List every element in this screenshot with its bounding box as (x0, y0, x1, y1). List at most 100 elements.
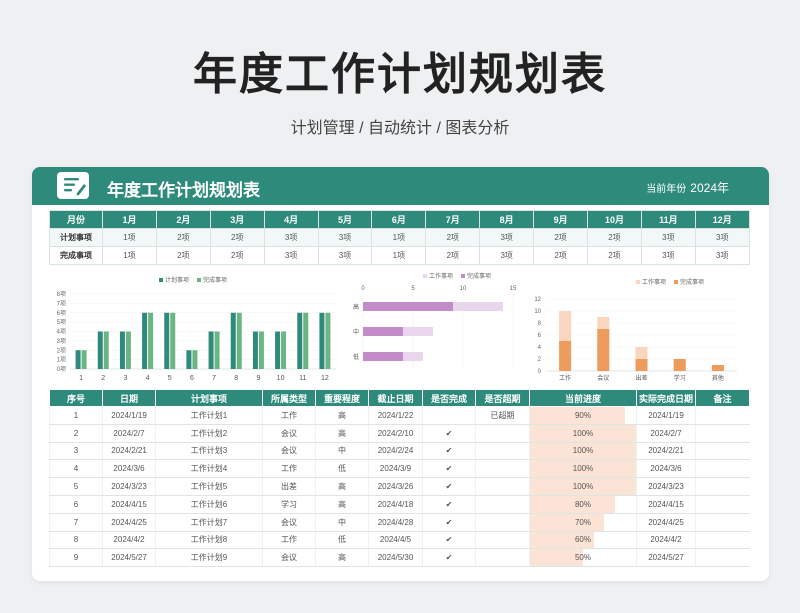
cell-type[interactable]: 工作 (262, 459, 316, 479)
cell-type[interactable]: 学习 (262, 495, 316, 514)
summary-cell[interactable]: 1项 (102, 228, 157, 247)
cell-overdue[interactable] (475, 424, 530, 443)
cell-done[interactable]: ✔ (422, 531, 476, 550)
progress-cell[interactable]: 100% (529, 442, 637, 461)
summary-cell[interactable]: 3项 (640, 228, 696, 247)
cell-date[interactable]: 2024/3/6 (102, 459, 156, 479)
column-header-col-actual[interactable]: 实际完成日期 (636, 389, 696, 407)
cell-note[interactable] (695, 513, 750, 532)
cell-note[interactable] (695, 548, 750, 568)
cell-no[interactable]: 3 (49, 442, 103, 461)
cell-item[interactable]: 工作计划2 (155, 424, 263, 443)
cell-done[interactable]: ✔ (422, 548, 476, 568)
cell-type[interactable]: 会议 (262, 513, 316, 532)
cell-item[interactable]: 工作计划6 (155, 495, 263, 514)
cell-note[interactable] (695, 495, 750, 514)
table-row[interactable]: 4 2024/3/6 工作计划4 工作低 2024/3/9 ✔ 100% 2024/3/6 (49, 459, 750, 479)
cell-overdue[interactable] (475, 477, 530, 496)
progress-cell[interactable]: 100% (529, 424, 637, 443)
cell-item[interactable]: 工作计划3 (155, 442, 263, 461)
cell-type[interactable]: 会议 (262, 424, 316, 443)
cell-priority[interactable]: 高 (315, 424, 369, 443)
summary-cell[interactable]: 2项 (533, 228, 589, 247)
column-header-col-priority[interactable]: 重要程度 (315, 389, 369, 407)
progress-cell[interactable]: 60% (529, 531, 637, 550)
column-header-col-done[interactable]: 是否完成 (422, 389, 476, 407)
cell-type[interactable]: 会议 (262, 548, 316, 568)
cell-date[interactable]: 2024/4/15 (102, 495, 156, 514)
cell-overdue[interactable] (475, 442, 530, 461)
column-header-col-item[interactable]: 计划事项 (155, 389, 263, 407)
summary-cell[interactable]: 2项 (209, 246, 265, 265)
progress-cell[interactable]: 80% (529, 495, 637, 514)
cell-priority[interactable]: 高 (315, 406, 369, 425)
cell-actual[interactable]: 2024/1/19 (636, 406, 696, 425)
column-header-col-overdue[interactable]: 是否超期 (475, 389, 530, 407)
summary-cell[interactable]: 1项 (102, 246, 157, 265)
cell-item[interactable]: 工作计划8 (155, 531, 263, 550)
cell-actual[interactable]: 2024/3/6 (636, 459, 696, 479)
summary-cell[interactable]: 2项 (155, 228, 211, 247)
summary-cell[interactable]: 3项 (317, 246, 373, 265)
column-header-col-progress[interactable]: 当前进度 (529, 389, 637, 407)
cell-done[interactable]: ✔ (422, 442, 476, 461)
table-row[interactable]: 8 2024/4/2 工作计划8 工作低 2024/4/5 ✔ 60% 2024/4/2 (49, 531, 750, 550)
cell-no[interactable]: 1 (49, 406, 103, 425)
progress-cell[interactable]: 90% (529, 406, 637, 425)
cell-deadline[interactable]: 2024/4/28 (368, 513, 423, 532)
summary-cell[interactable]: 1项 (371, 228, 427, 247)
cell-done[interactable]: ✔ (422, 459, 476, 479)
cell-actual[interactable]: 2024/4/2 (636, 531, 696, 550)
summary-cell[interactable]: 2项 (425, 228, 481, 247)
summary-cell[interactable]: 3项 (694, 228, 750, 247)
table-row[interactable]: 7 2024/4/25 工作计划7 会议中 2024/4/28 ✔ 70% 2024/4/25 (49, 513, 750, 532)
summary-cell[interactable]: 3项 (694, 246, 750, 265)
cell-date[interactable]: 2024/2/21 (102, 442, 156, 461)
cell-type[interactable]: 会议 (262, 442, 316, 461)
progress-cell[interactable]: 100% (529, 477, 637, 496)
summary-cell[interactable]: 2项 (155, 246, 211, 265)
summary-cell[interactable]: 3项 (263, 228, 319, 247)
cell-done[interactable] (422, 406, 476, 425)
summary-cell[interactable]: 2项 (425, 246, 481, 265)
cell-actual[interactable]: 2024/4/15 (636, 495, 696, 514)
cell-type[interactable]: 工作 (262, 406, 316, 425)
cell-priority[interactable]: 中 (315, 442, 369, 461)
cell-date[interactable]: 2024/5/27 (102, 548, 156, 568)
cell-no[interactable]: 8 (49, 531, 103, 550)
cell-priority[interactable]: 高 (315, 495, 369, 514)
cell-priority[interactable]: 高 (315, 548, 369, 568)
cell-type[interactable]: 出差 (262, 477, 316, 496)
cell-done[interactable]: ✔ (422, 477, 476, 496)
summary-cell[interactable]: 2项 (587, 246, 642, 265)
cell-date[interactable]: 2024/3/23 (102, 477, 156, 496)
cell-note[interactable] (695, 477, 750, 496)
cell-overdue[interactable] (475, 548, 530, 568)
cell-date[interactable]: 2024/4/2 (102, 531, 156, 550)
cell-deadline[interactable]: 2024/2/10 (368, 424, 423, 443)
cell-date[interactable]: 2024/2/7 (102, 424, 156, 443)
summary-cell[interactable]: 2项 (587, 228, 642, 247)
cell-overdue[interactable] (475, 531, 530, 550)
cell-overdue[interactable] (475, 459, 530, 479)
summary-cell[interactable]: 3项 (479, 246, 535, 265)
column-header-col-note[interactable]: 备注 (695, 389, 750, 407)
cell-done[interactable]: ✔ (422, 424, 476, 443)
table-row[interactable]: 6 2024/4/15 工作计划6 学习高 2024/4/18 ✔ 80% 2024/4/15 (49, 495, 750, 514)
cell-item[interactable]: 工作计划9 (155, 548, 263, 568)
column-header-col-no[interactable]: 序号 (49, 389, 103, 407)
table-row[interactable]: 3 2024/2/21 工作计划3 会议中 2024/2/24 ✔ 100% 2024/2/2… (49, 442, 750, 461)
cell-priority[interactable]: 低 (315, 459, 369, 479)
table-row[interactable]: 1 2024/1/19 工作计划1 工作高 2024/1/22 已超期 90% 2024/1/… (49, 406, 750, 425)
cell-priority[interactable]: 低 (315, 531, 369, 550)
summary-cell[interactable]: 3项 (479, 228, 535, 247)
cell-note[interactable] (695, 406, 750, 425)
cell-deadline[interactable]: 2024/4/5 (368, 531, 423, 550)
cell-item[interactable]: 工作计划7 (155, 513, 263, 532)
cell-item[interactable]: 工作计划4 (155, 459, 263, 479)
cell-deadline[interactable]: 2024/3/26 (368, 477, 423, 496)
progress-cell[interactable]: 50% (529, 548, 637, 568)
cell-deadline[interactable]: 2024/2/24 (368, 442, 423, 461)
cell-note[interactable] (695, 442, 750, 461)
progress-cell[interactable]: 70% (529, 513, 637, 532)
